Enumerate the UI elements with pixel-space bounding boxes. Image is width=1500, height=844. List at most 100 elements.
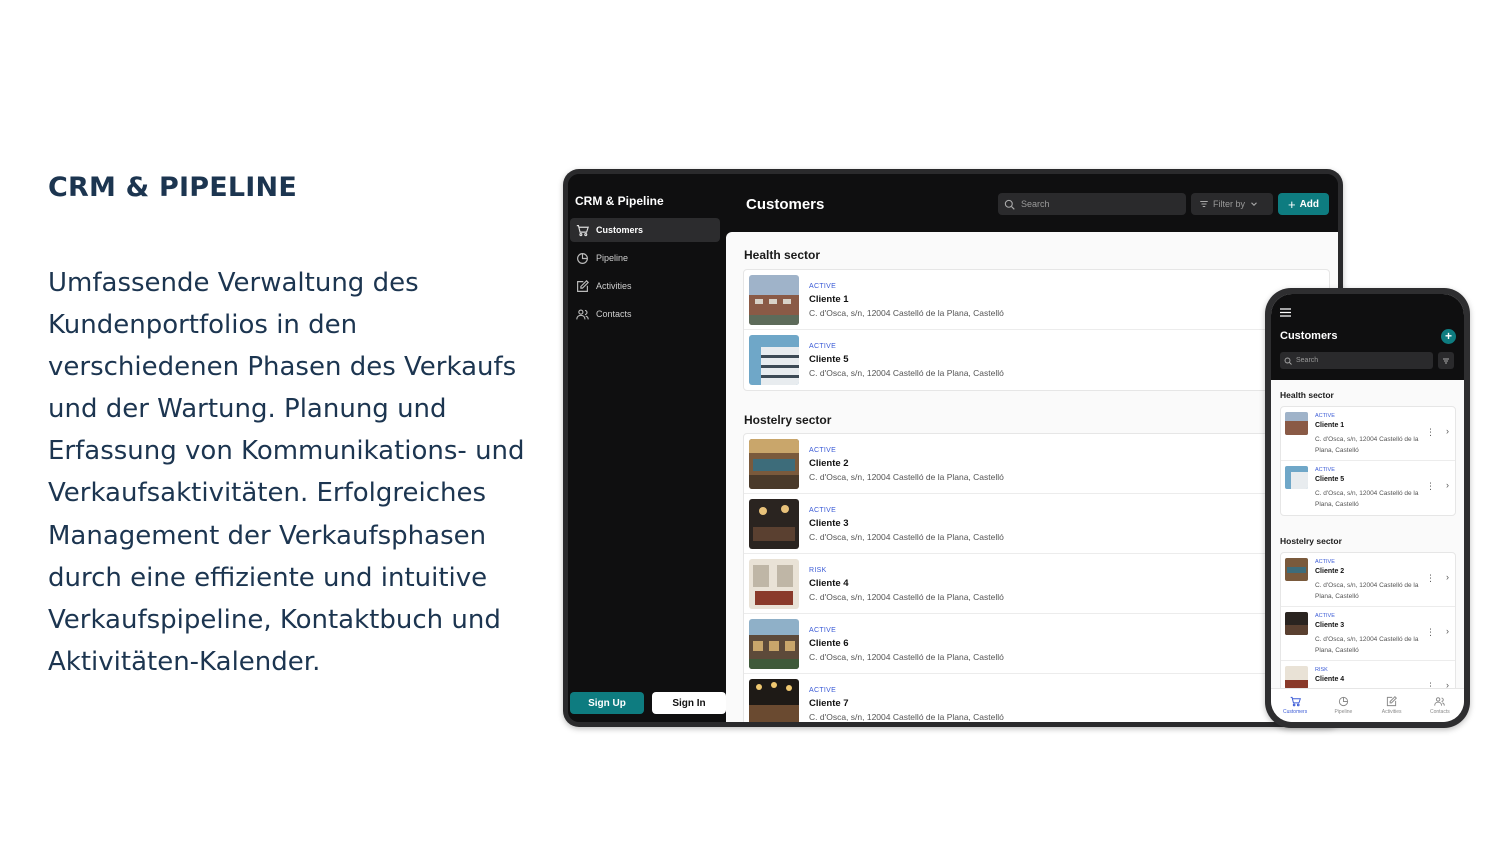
search-input[interactable]: Search bbox=[1280, 352, 1433, 369]
list-item[interactable]: ACTIVE Cliente 1 C. d'Osca, s/n, 12004 C… bbox=[1281, 407, 1455, 461]
pie-chart-icon bbox=[577, 252, 588, 264]
sidebar-item-contacts[interactable]: Contacts bbox=[570, 302, 720, 326]
plus-icon: + bbox=[1444, 329, 1452, 343]
plus-icon: + bbox=[1287, 196, 1296, 212]
customer-name: Cliente 3 bbox=[1315, 622, 1345, 629]
list-item[interactable]: ACTIVE Cliente 2 C. d'Osca, s/n, 12004 C… bbox=[1281, 553, 1455, 607]
customer-thumbnail bbox=[749, 275, 799, 325]
tab-label: Contacts bbox=[1430, 709, 1450, 715]
status-badge: ACTIVE bbox=[1315, 613, 1335, 619]
customer-name: Cliente 1 bbox=[809, 294, 849, 305]
tab-contacts[interactable]: Contacts bbox=[1416, 689, 1464, 722]
chevron-right-icon[interactable]: › bbox=[1446, 480, 1449, 490]
customer-address: C. d'Osca, s/n, 12004 Castelló de la Pla… bbox=[1315, 582, 1419, 600]
table-row[interactable]: ACTIVE Cliente 7 C. d'Osca, s/n, 12004 C… bbox=[744, 674, 1329, 722]
tab-customers[interactable]: Customers bbox=[1271, 689, 1319, 722]
customers-list: Health sector ACTIVE Cliente 1 C. d'Osca… bbox=[726, 232, 1338, 722]
sidebar-item-activities[interactable]: Activities bbox=[570, 274, 720, 298]
status-badge: RISK bbox=[809, 567, 827, 574]
search-placeholder: Search bbox=[1296, 357, 1319, 364]
list-item[interactable]: ACTIVE Cliente 3 C. d'Osca, s/n, 12004 C… bbox=[1281, 607, 1455, 661]
search-placeholder: Search bbox=[1021, 199, 1050, 209]
cart-icon bbox=[1290, 696, 1301, 707]
customer-name: Cliente 2 bbox=[1315, 568, 1345, 575]
tab-label: Customers bbox=[1283, 709, 1308, 715]
search-input[interactable]: Search bbox=[998, 193, 1186, 215]
customer-address: C. d'Osca, s/n, 12004 Castelló de la Pla… bbox=[809, 308, 1004, 318]
customer-thumbnail bbox=[749, 439, 799, 489]
add-button[interactable]: + bbox=[1441, 329, 1456, 344]
sidebar-item-label: Activities bbox=[596, 281, 632, 291]
table-row[interactable]: ACTIVE Cliente 5 C. d'Osca, s/n, 12004 C… bbox=[744, 330, 1329, 390]
customer-address: C. d'Osca, s/n, 12004 Castelló de la Pla… bbox=[809, 592, 1004, 602]
customer-card: ACTIVE Cliente 1 C. d'Osca, s/n, 12004 C… bbox=[1280, 406, 1456, 516]
list-item[interactable]: ACTIVE Cliente 5 C. d'Osca, s/n, 12004 C… bbox=[1281, 461, 1455, 515]
table-row[interactable]: ACTIVE Cliente 3 C. d'Osca, s/n, 12004 C… bbox=[744, 494, 1329, 554]
more-vertical-icon[interactable]: ⋮ bbox=[1426, 427, 1435, 438]
filter-label: Filter by bbox=[1213, 199, 1246, 209]
section-title: Hostelry sector bbox=[744, 413, 832, 427]
slide-title: CRM & PIPELINE bbox=[48, 172, 297, 203]
customer-thumbnail bbox=[749, 679, 799, 722]
tab-label: Pipeline bbox=[1334, 709, 1353, 715]
sidebar-item-pipeline[interactable]: Pipeline bbox=[570, 246, 720, 270]
users-icon bbox=[576, 308, 589, 319]
filter-icon bbox=[1443, 358, 1449, 363]
customer-thumbnail bbox=[749, 335, 799, 385]
customer-address: C. d'Osca, s/n, 12004 Castelló de la Pla… bbox=[809, 652, 1004, 662]
table-row[interactable]: ACTIVE Cliente 2 C. d'Osca, s/n, 12004 C… bbox=[744, 434, 1329, 494]
hamburger-menu-icon[interactable] bbox=[1280, 308, 1291, 317]
status-badge: ACTIVE bbox=[1315, 467, 1335, 473]
status-badge: ACTIVE bbox=[809, 507, 837, 514]
customer-address: C. d'Osca, s/n, 12004 Castelló de la Pla… bbox=[1315, 636, 1419, 654]
table-row[interactable]: ACTIVE Cliente 1 C. d'Osca, s/n, 12004 C… bbox=[744, 270, 1329, 330]
filter-button[interactable] bbox=[1438, 352, 1454, 369]
sidebar-item-label: Pipeline bbox=[596, 253, 629, 263]
more-vertical-icon[interactable]: ⋮ bbox=[1426, 627, 1435, 638]
tab-activities[interactable]: Activities bbox=[1368, 689, 1416, 722]
cart-icon bbox=[576, 224, 589, 236]
table-row[interactable]: ACTIVE Cliente 6 C. d'Osca, s/n, 12004 C… bbox=[744, 614, 1329, 674]
page-title: Customers bbox=[746, 196, 825, 213]
customer-address: C. d'Osca, s/n, 12004 Castelló de la Pla… bbox=[1315, 436, 1419, 454]
status-badge: ACTIVE bbox=[809, 447, 837, 454]
customer-name: Cliente 5 bbox=[1315, 476, 1345, 483]
chevron-down-icon bbox=[1251, 202, 1257, 207]
customer-address: C. d'Osca, s/n, 12004 Castelló de la Pla… bbox=[809, 368, 1004, 378]
status-badge: ACTIVE bbox=[1315, 413, 1335, 419]
sidebar-nav: Customers Pipeline Activities Contacts bbox=[570, 218, 720, 330]
tab-pipeline[interactable]: Pipeline bbox=[1319, 689, 1367, 722]
filter-button[interactable]: Filter by bbox=[1191, 193, 1273, 215]
filter-icon bbox=[1200, 201, 1208, 207]
tab-label: Activities bbox=[1381, 709, 1402, 715]
customer-address: C. d'Osca, s/n, 12004 Castelló de la Pla… bbox=[809, 712, 1004, 722]
table-row[interactable]: RISK Cliente 4 C. d'Osca, s/n, 12004 Cas… bbox=[744, 554, 1329, 614]
sign-up-button[interactable]: Sign Up bbox=[570, 692, 644, 714]
tablet-screen: CRM & Pipeline Customers Pipeline Activi… bbox=[568, 174, 1338, 722]
page-title: Customers bbox=[1280, 330, 1338, 342]
sign-in-button[interactable]: Sign In bbox=[652, 692, 726, 714]
chevron-right-icon[interactable]: › bbox=[1446, 626, 1449, 636]
chevron-right-icon[interactable]: › bbox=[1446, 426, 1449, 436]
customer-thumbnail bbox=[1285, 412, 1308, 435]
add-button[interactable]: + Add bbox=[1278, 193, 1329, 215]
customer-address: C. d'Osca, s/n, 12004 Castelló de la Pla… bbox=[809, 472, 1004, 482]
slide-description: Umfassende Verwaltung des Kundenportfoli… bbox=[48, 268, 525, 677]
sidebar: CRM & Pipeline Customers Pipeline Activi… bbox=[568, 174, 726, 722]
customer-name: Cliente 6 bbox=[809, 638, 849, 649]
status-badge: ACTIVE bbox=[809, 687, 837, 694]
customer-name: Cliente 4 bbox=[809, 578, 849, 589]
users-icon bbox=[1434, 697, 1446, 706]
customer-name: Cliente 5 bbox=[809, 354, 849, 365]
sidebar-item-customers[interactable]: Customers bbox=[570, 218, 720, 242]
chevron-right-icon[interactable]: › bbox=[1446, 572, 1449, 582]
more-vertical-icon[interactable]: ⋮ bbox=[1426, 481, 1435, 492]
tablet-frame: CRM & Pipeline Customers Pipeline Activi… bbox=[563, 169, 1343, 727]
customer-thumbnail bbox=[1285, 558, 1308, 581]
customer-name: Cliente 2 bbox=[809, 458, 849, 469]
status-badge: RISK bbox=[1315, 667, 1328, 673]
phone-frame: Customers + Search Health sector ACTIVE … bbox=[1265, 288, 1470, 728]
customer-address: C. d'Osca, s/n, 12004 Castelló de la Pla… bbox=[809, 532, 1004, 542]
more-vertical-icon[interactable]: ⋮ bbox=[1426, 573, 1435, 584]
customer-thumbnail bbox=[749, 499, 799, 549]
